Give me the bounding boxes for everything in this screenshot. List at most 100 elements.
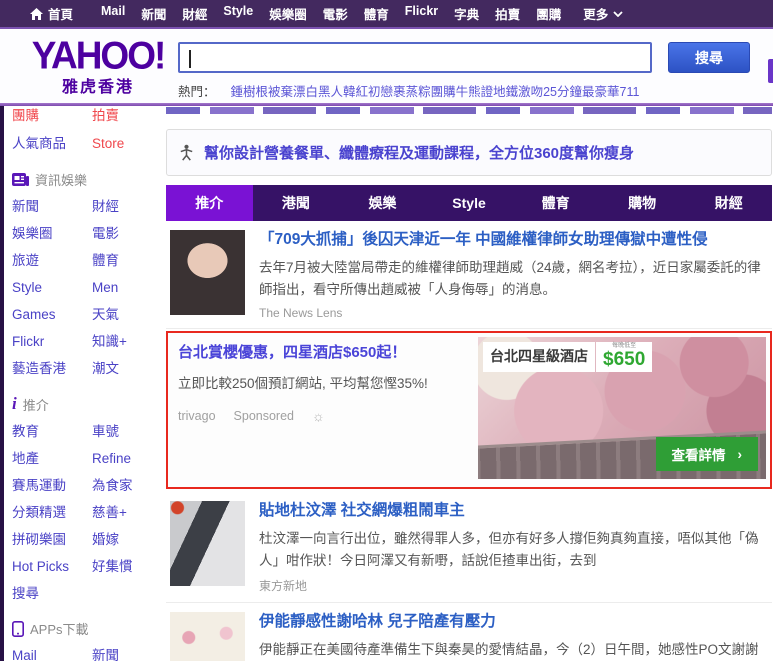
sidebar-link[interactable]: Mail [12,642,92,661]
sidebar-link[interactable]: Style [12,274,92,301]
sidebar-quick-link[interactable]: 團購 [12,106,92,130]
yahoo-logo[interactable]: YAHOO! 雅虎香港 [28,35,168,97]
search-input[interactable] [180,44,650,71]
ad-meta-row: trivago Sponsored ☼ [178,408,478,424]
content-tab[interactable]: 港聞 [253,185,340,221]
sidebar-link[interactable]: Flickr [12,328,92,355]
content-tab[interactable]: 體育 [512,185,599,221]
sidebar-link[interactable]: 新聞 [12,193,92,220]
nav-item[interactable]: 拍賣 [495,4,520,23]
sidebar-link[interactable]: Hot Picks [12,553,92,580]
sidebar-quick-link[interactable]: Store [92,130,162,158]
sidebar-link[interactable]: 為食家 [92,472,162,499]
sidebar-quick-link[interactable]: 拍賣 [92,106,162,130]
nav-item[interactable]: 財經 [182,4,207,23]
article-title[interactable]: 伊能靜感性謝哈林 兒子陪產有壓力 [259,612,770,633]
nav-item[interactable]: Flickr [405,4,438,23]
article-summary: 伊能靜正在美國待產準備生下與秦昊的愛情結晶，今（2）日午間，她感性PO文謝謝離婚… [259,639,770,661]
article-item[interactable]: 伊能靜感性謝哈林 兒子陪產有壓力 伊能靜正在美國待產準備生下與秦昊的愛情結晶，今… [166,603,772,661]
article-source: 東方新地 [259,577,307,594]
article-item[interactable]: 「709大抓捕」後囚天津近一年 中國維權律師女助理傳獄中遭性侵 去年7月被大陸當… [166,221,772,329]
sponsored-ad-highlighted[interactable]: 台北賞櫻優惠，四星酒店$650起！ 立即比較250個預訂網站, 平均幫您慳35%… [166,331,772,489]
hot-topic-link[interactable]: 裹蒸粽團購 [393,85,456,99]
top-navigation: 首頁 Mail 新聞財經 Style 娛樂圈電影體育 Flickr 字典拍賣團購 更多 [0,0,773,27]
article-title[interactable]: 貼地杜汶澤 社交網爆粗鬧車主 [259,501,770,522]
sidebar-link[interactable]: 藝造香港 [12,355,92,382]
sidebar-link[interactable]: 搜尋 [12,580,92,607]
edge-decoration [768,59,773,83]
nav-item[interactable]: Mail [101,4,125,23]
ad-cta-label: 查看詳情 [672,444,726,464]
ad-hotel-label: 台北四星級酒店 [483,342,595,372]
main-content: 幫你設計營養餐單、纖體療程及運動課程，全方位360度幫你瘦身 推介港聞娛樂Sty… [162,106,773,661]
sidebar-link[interactable]: 賽馬運動 [12,472,92,499]
content-tab[interactable]: 財經 [685,185,772,221]
sidebar-link[interactable]: Refine [92,445,162,472]
sidebar-link[interactable]: 教育 [12,418,92,445]
sidebar-quick-links: 團購拍賣人氣商品Store [12,106,162,158]
sidebar-link[interactable]: 慈善+ [92,499,162,526]
ad-sponsored-label: Sponsored [234,409,294,423]
hot-topics-row: 熱門： 鍾樹根被棄漂白黑人韓紅初戀裹蒸粽團購牛熊證地鐵激吻25分鐘最豪華711 [178,81,639,100]
nav-home-link[interactable]: 首頁 [30,4,73,23]
sidebar-link[interactable]: 車號 [92,418,162,445]
article-thumbnail [170,230,245,315]
sidebar-link[interactable]: 知識+ [92,328,162,355]
sidebar-quick-link[interactable]: 人氣商品 [12,130,92,158]
sidebar-link[interactable]: 體育 [92,247,162,274]
sidebar-section-header-media: 資訊娛樂 [12,170,162,189]
sidebar-link[interactable]: 潮文 [92,355,162,382]
content-tab[interactable]: 購物 [599,185,686,221]
sidebar-link[interactable]: Men [92,274,162,301]
sidebar-link[interactable]: 娛樂圈 [12,220,92,247]
sidebar-link[interactable]: 天氣 [92,301,162,328]
hot-topic-link[interactable]: 鍾樹根被棄 [231,85,294,99]
hot-topic-link[interactable]: 漂白黑人 [293,85,343,99]
sidebar-link[interactable]: 新聞 [92,642,162,661]
sidebar-link[interactable]: 分類精選 [12,499,92,526]
sidebar-link[interactable]: Games [12,301,92,328]
sidebar-link[interactable]: 地產 [12,445,92,472]
content-tab[interactable]: Style [426,185,513,221]
ad-image-overlay: 台北四星級酒店 每晚低至 $650 [483,342,652,372]
promo-text: 幫你設計營養餐單、纖體療程及運動課程，全方位360度幫你瘦身 [204,142,634,163]
hot-topic-link[interactable]: 韓紅初戀 [343,85,393,99]
sidebar-link[interactable]: 電影 [92,220,162,247]
hot-topic-link[interactable]: 地鐵激吻25分鐘 [493,85,582,99]
adchoices-icon[interactable]: ☼ [312,408,325,424]
article-item[interactable]: 貼地杜汶澤 社交網爆粗鬧車主 杜汶澤一向言行出位，雖然得罪人多，但亦有好多人撐佢… [166,492,772,603]
content-tab[interactable]: 推介 [166,185,253,221]
fitness-promo-banner[interactable]: 幫你設計營養餐單、纖體療程及運動課程，全方位360度幫你瘦身 [166,129,772,176]
content-tab[interactable]: 娛樂 [339,185,426,221]
nav-more-menu[interactable]: 更多 [583,4,623,23]
nav-items: Mail 新聞財經 Style 娛樂圈電影體育 Flickr 字典拍賣團購 [101,4,561,23]
nav-item[interactable]: Style [223,4,253,23]
search-button[interactable]: 搜尋 [668,42,750,73]
ad-cta-arrow-icon: › [738,447,743,462]
sidebar-link[interactable]: 旅遊 [12,247,92,274]
hot-topic-link[interactable]: 牛熊證 [456,85,494,99]
hot-topic-link[interactable]: 最豪華711 [582,85,639,99]
home-icon [30,8,43,20]
nav-item[interactable]: 團購 [536,4,561,23]
sidebar-section-header-picks: i 推介 [12,394,162,414]
article-title[interactable]: 「709大抓捕」後囚天津近一年 中國維權律師女助理傳獄中遭性侵 [259,230,770,251]
sidebar-link[interactable]: 財經 [92,193,162,220]
ad-image[interactable]: 台北四星級酒店 每晚低至 $650 查看詳情 › [478,337,766,479]
sidebar-link[interactable]: 好集慣 [92,553,162,580]
nav-item[interactable]: 體育 [364,4,389,23]
nav-item[interactable]: 字典 [454,4,479,23]
ad-title[interactable]: 台北賞櫻優惠，四星酒店$650起！ [178,341,478,362]
ad-cta-button[interactable]: 查看詳情 › [656,437,759,471]
sidebar-link[interactable]: 婚嫁 [92,526,162,553]
sidebar-media-links: 新聞財經娛樂圈電影旅遊體育StyleMenGames天氣Flickr知識+藝造香… [12,193,162,382]
nav-item[interactable]: 電影 [323,4,348,23]
nav-item[interactable]: 娛樂圈 [269,4,307,23]
article-text: 伊能靜感性謝哈林 兒子陪產有壓力 伊能靜正在美國待產準備生下與秦昊的愛情結晶，今… [259,612,770,661]
sidebar: 團購拍賣人氣商品Store 資訊娛樂 新聞財經娛樂圈電影旅遊體育StyleMen… [4,106,162,661]
yahoo-logo-text: YAHOO! [28,34,168,78]
nav-item[interactable]: 新聞 [141,4,166,23]
fitness-person-icon [177,143,196,162]
chevron-down-icon [613,11,623,17]
sidebar-link[interactable]: 拼砌樂園 [12,526,92,553]
